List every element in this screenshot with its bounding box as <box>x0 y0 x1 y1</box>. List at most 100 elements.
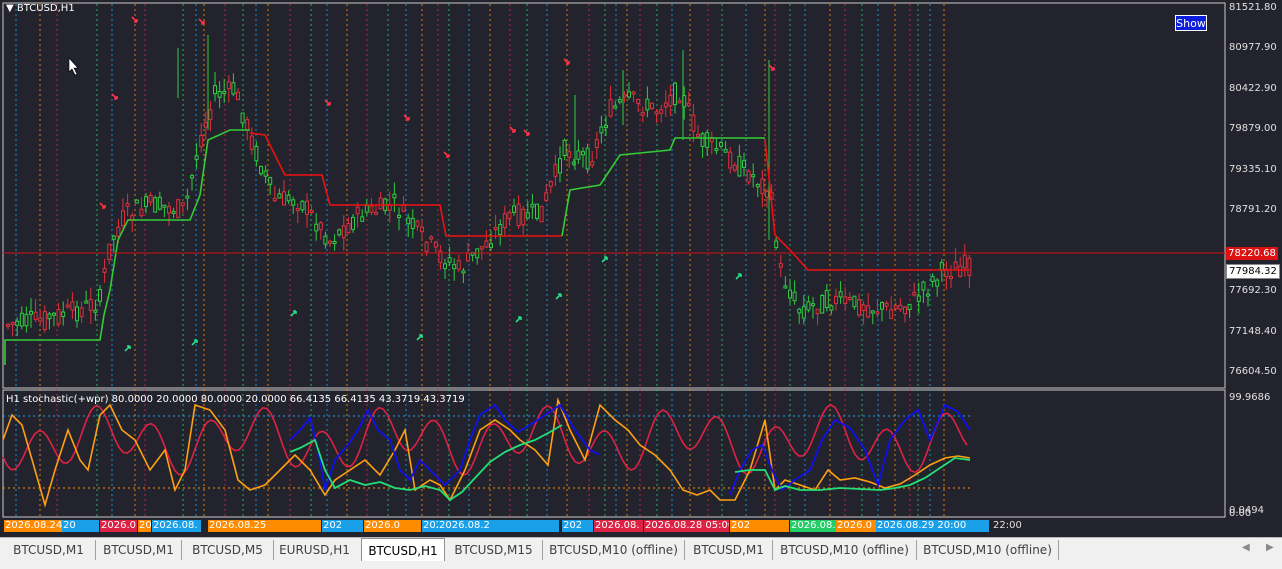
indicator-axis-top: 99.9686 <box>1229 392 1271 403</box>
chart-window[interactable]: ▼ BTCUSD,H1 Show H1 stochastic(+wpr) 80.… <box>0 0 1282 537</box>
candle-body <box>544 192 549 201</box>
candle-body <box>548 180 553 187</box>
candle-body <box>539 205 544 223</box>
buy-arrow-icon <box>555 293 562 300</box>
tab-btcusd-m5[interactable]: BTCUSD,M5 <box>182 540 274 560</box>
show-button[interactable]: Show <box>1175 15 1207 31</box>
candle-body <box>479 246 484 250</box>
buy-arrow-icon <box>735 273 742 280</box>
time-label: 202 <box>322 520 363 532</box>
tab-btcusd-m10-offline-[interactable]: BTCUSD,M10 (offline) <box>917 540 1059 560</box>
candle-body <box>691 114 696 132</box>
candle-body <box>636 98 641 105</box>
candle-body <box>677 100 682 104</box>
candle-body <box>19 312 24 327</box>
candle-body <box>912 291 917 296</box>
tab-btcusd-m1[interactable]: BTCUSD,M1 <box>96 540 182 560</box>
candle-body <box>686 102 691 107</box>
indicator-axis-bottom-overlap: 0.00 <box>1229 508 1252 519</box>
candle-body <box>392 193 397 199</box>
tab-scroll-right-icon[interactable]: ▶ <box>1266 542 1274 553</box>
tab-btcusd-m1[interactable]: BTCUSD,M1 <box>685 540 773 560</box>
time-label: 2026.0 <box>836 520 877 532</box>
candle-body <box>167 206 171 214</box>
candle-body <box>309 210 314 214</box>
candle-body <box>811 303 815 307</box>
candle-body <box>415 220 420 227</box>
candle-body <box>341 225 346 239</box>
candle-body <box>654 111 659 115</box>
candle-body <box>369 205 374 213</box>
candle-body <box>870 310 875 314</box>
chart-tab-bar: BTCUSD,M1 BTCUSD,M1 BTCUSD,M5 EURUSD,H1 BTCU… <box>0 537 1282 562</box>
candle-body <box>374 211 378 215</box>
price-axis-label: 80422.90 <box>1229 83 1277 94</box>
candle-body <box>751 174 756 178</box>
price-axis-label: 77692.30 <box>1229 285 1277 296</box>
time-label: 2026.0 <box>100 520 137 532</box>
candle-body <box>203 122 208 128</box>
candle-body <box>907 303 912 310</box>
trend-line <box>4 129 970 365</box>
candle-body <box>581 151 585 156</box>
candle-body <box>484 240 489 248</box>
candle-body <box>916 295 921 302</box>
chart-title[interactable]: ▼ BTCUSD,H1 <box>6 3 75 15</box>
candle-body <box>144 196 148 207</box>
candle-body <box>277 193 282 199</box>
candle-body <box>226 81 231 90</box>
candle-body <box>47 313 52 320</box>
candle-body <box>806 301 811 311</box>
candle-body <box>792 291 797 302</box>
candle-body <box>268 177 273 185</box>
candle-body <box>208 109 213 121</box>
sell-arrow-icon <box>768 64 775 71</box>
candle-body <box>410 218 415 229</box>
candle-body <box>378 197 383 210</box>
candle-body <box>857 299 861 316</box>
candle-body <box>567 151 572 158</box>
sell-arrow-icon <box>509 126 516 133</box>
candle-body <box>176 199 181 218</box>
tab-scroll-left-icon[interactable]: ◀ <box>1242 542 1250 553</box>
candle-body <box>217 90 222 98</box>
candle-body <box>351 216 355 230</box>
candle-body <box>939 262 944 271</box>
candle-body <box>236 91 240 101</box>
candle-body <box>861 304 866 312</box>
candle-body <box>38 317 43 322</box>
status-strip <box>0 561 1282 569</box>
candle-body <box>562 139 567 157</box>
candle-body <box>15 320 20 326</box>
candle-body <box>397 214 401 218</box>
price-axis-label: 76604.50 <box>1229 366 1277 377</box>
tab-btcusd-m15[interactable]: BTCUSD,M15 <box>445 540 543 560</box>
candle-body <box>723 148 728 153</box>
candle-body <box>585 147 590 170</box>
candle-body <box>259 166 263 175</box>
candle-body <box>249 135 254 150</box>
candle-body <box>535 203 539 219</box>
candle-body <box>153 197 158 213</box>
collapse-arrow-icon[interactable]: ▼ <box>6 3 14 14</box>
tab-btcusd-m10-offline-[interactable]: BTCUSD,M10 (offline) <box>773 540 917 560</box>
candle-body <box>157 196 162 210</box>
candle-body <box>111 235 116 240</box>
candle-body <box>843 296 848 304</box>
tab-eurusd-h1[interactable]: EURUSD,H1 <box>268 540 362 560</box>
candle-body <box>903 306 907 315</box>
trend-up-segment <box>4 129 250 365</box>
candle-body <box>530 203 535 208</box>
candle-body <box>93 309 98 313</box>
time-label: 2026.08.2 <box>438 520 559 532</box>
candle-body <box>121 210 125 226</box>
tab-btcusd-m10-offline-[interactable]: BTCUSD,M10 (offline) <box>543 540 685 560</box>
tab-btcusd-h1[interactable]: BTCUSD,H1 <box>361 538 445 562</box>
candle-body <box>521 208 526 226</box>
candle-body <box>953 261 958 269</box>
tab-btcusd-m1[interactable]: BTCUSD,M1 <box>2 540 96 560</box>
candle-body <box>507 211 512 220</box>
candle-body <box>134 199 139 204</box>
chart-canvas[interactable] <box>0 0 1282 537</box>
candle-body <box>328 240 332 244</box>
